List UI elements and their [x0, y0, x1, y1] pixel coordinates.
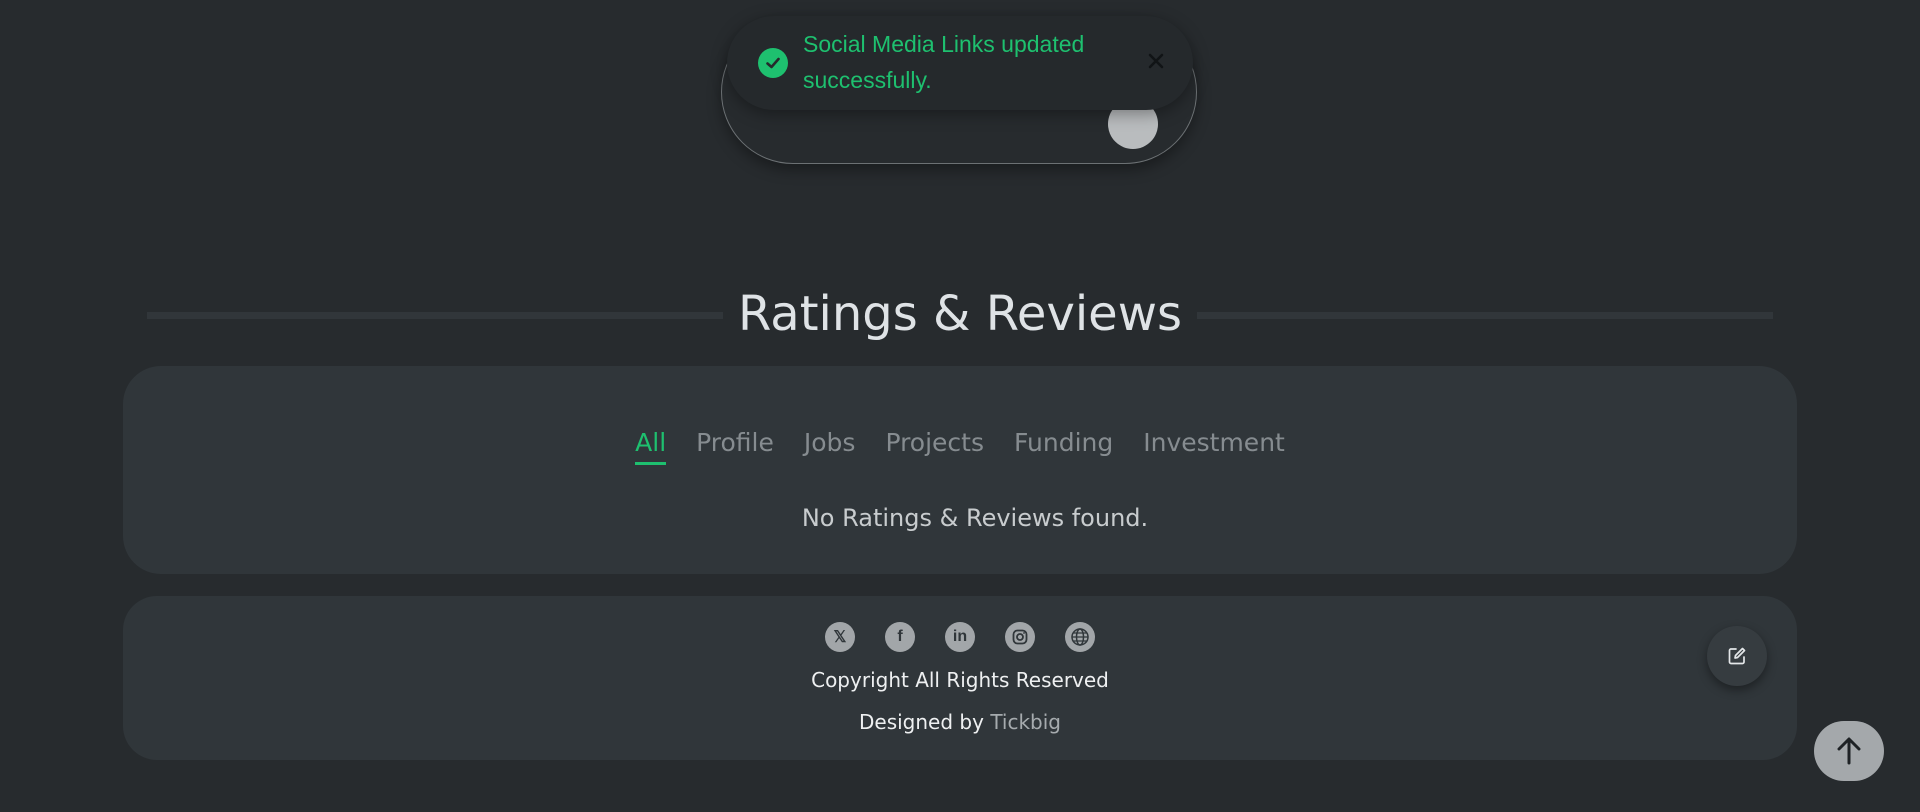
copyright-text: Copyright All Rights Reserved	[811, 668, 1109, 692]
tab-projects[interactable]: Projects	[885, 428, 984, 463]
designed-by: Designed by Tickbig	[123, 710, 1797, 734]
social-links: 𝕏 f in	[123, 622, 1797, 652]
facebook-icon[interactable]: f	[885, 622, 915, 652]
toast-message: Social Media Links updated successfully.	[803, 31, 1085, 93]
tab-jobs[interactable]: Jobs	[804, 428, 856, 463]
ratings-card: All Profile Jobs Projects Funding Invest…	[123, 366, 1797, 574]
linkedin-icon[interactable]: in	[945, 622, 975, 652]
instagram-icon[interactable]	[1005, 622, 1035, 652]
tab-funding[interactable]: Funding	[1014, 428, 1113, 463]
edit-icon	[1728, 647, 1746, 665]
ratings-heading: Ratings & Reviews	[147, 286, 1773, 360]
close-icon[interactable]	[1141, 46, 1171, 76]
tab-investment[interactable]: Investment	[1143, 428, 1285, 463]
success-toast: Social Media Links updated successfully.	[727, 16, 1193, 110]
empty-state-message: No Ratings & Reviews found.	[801, 504, 1149, 532]
designed-by-brand-link[interactable]: Tickbig	[990, 710, 1061, 734]
edit-footer-button[interactable]	[1707, 626, 1767, 686]
x-icon[interactable]: 𝕏	[825, 622, 855, 652]
globe-icon[interactable]	[1065, 622, 1095, 652]
section-title: Ratings & Reviews	[738, 286, 1182, 342]
tab-all[interactable]: All	[635, 428, 667, 465]
scroll-to-top-button[interactable]	[1814, 721, 1884, 781]
heading-divider-right	[1197, 312, 1773, 319]
heading-divider-left	[147, 312, 723, 319]
designed-by-prefix: Designed by	[859, 710, 984, 734]
tab-profile[interactable]: Profile	[696, 428, 774, 463]
footer: 𝕏 f in Copyright All Rights Reserved Des…	[123, 596, 1797, 760]
check-circle-icon	[758, 48, 788, 78]
ratings-tabs: All Profile Jobs Projects Funding Invest…	[123, 428, 1797, 465]
arrow-up-icon	[1837, 737, 1861, 765]
